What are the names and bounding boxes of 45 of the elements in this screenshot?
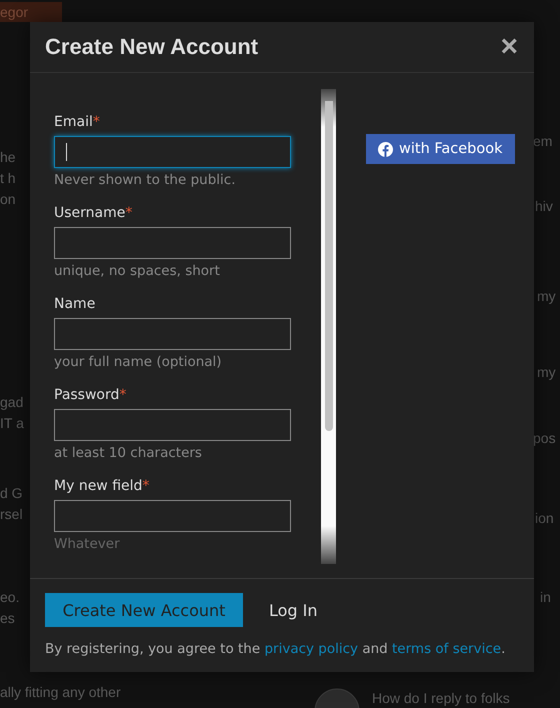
field-hint: at least 10 characters <box>54 444 203 463</box>
background-text: eo. <box>0 588 20 607</box>
background-text: pos <box>533 429 556 448</box>
background-text: ally fitting any other <box>0 683 121 702</box>
background-text: em <box>533 132 552 151</box>
background-text: d G <box>0 484 23 503</box>
scrollbar[interactable] <box>321 89 336 564</box>
dialog-title: Create New Account <box>45 34 258 60</box>
create-account-button[interactable]: Create New Account <box>45 593 243 627</box>
avatar-icon <box>314 688 360 708</box>
field-label: My new field* <box>54 477 150 496</box>
background-text: ion <box>535 509 554 528</box>
field-hint: your full name (optional) <box>54 353 223 372</box>
background-text: in <box>540 588 551 607</box>
category-tag: egor <box>0 2 62 22</box>
facebook-icon <box>378 142 393 156</box>
input-field[interactable] <box>54 409 291 441</box>
field-hint: Whatever <box>54 535 121 554</box>
input-field[interactable] <box>54 318 291 350</box>
facebook-button[interactable]: with Facebook <box>366 134 515 164</box>
background-text: my <box>537 363 556 382</box>
log-in-button[interactable]: Log In <box>257 593 330 627</box>
background-text: my <box>537 287 556 306</box>
field-label: Name <box>54 295 96 314</box>
terms-of-service-link[interactable]: terms of service <box>392 641 502 657</box>
background-text: How do I reply to folks <box>372 689 510 708</box>
background-text: on <box>0 190 16 209</box>
background-text: he <box>0 148 16 167</box>
background-text: hiv <box>535 197 553 216</box>
background-text: es <box>0 609 15 628</box>
field-label: Username* <box>54 204 134 223</box>
privacy-policy-link[interactable]: privacy policy <box>264 641 358 657</box>
field-hint: unique, no spaces, short <box>54 262 221 281</box>
input-field[interactable] <box>54 500 291 532</box>
background-text: t h <box>0 169 16 188</box>
background-text: IT a <box>0 414 24 433</box>
background-text: rsel <box>0 505 23 524</box>
background-text: gad <box>0 393 24 412</box>
field-label: Email* <box>54 113 101 132</box>
field-hint: Never shown to the public. <box>54 171 236 190</box>
field-label: Password* <box>54 386 128 405</box>
terms-text: By registering, you agree to the privacy policy and terms of service. <box>45 641 506 657</box>
close-button[interactable]: × <box>498 32 520 62</box>
input-field[interactable] <box>54 227 291 259</box>
input-field[interactable] <box>54 136 291 168</box>
